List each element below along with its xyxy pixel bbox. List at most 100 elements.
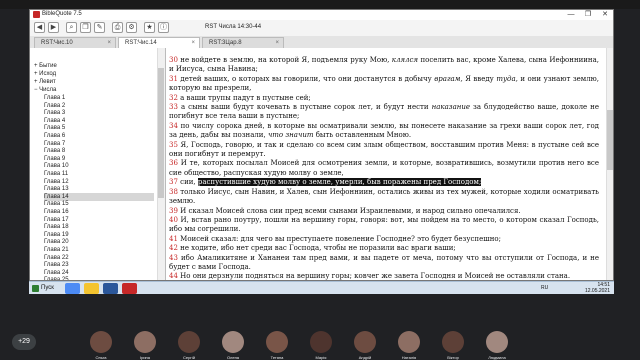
verse-number[interactable]: 44 bbox=[169, 272, 178, 280]
verse: 44 Но они дерзнули подняться на вершину … bbox=[169, 272, 599, 281]
sidebar-scroll-thumb[interactable] bbox=[158, 68, 164, 198]
participant-name: Людмила bbox=[488, 355, 506, 360]
chrome-icon[interactable] bbox=[65, 283, 80, 294]
verse: 39 И сказал Моисей слова сии пред всеми … bbox=[169, 207, 599, 216]
selected-text: распустившие худую молву о земле, умерли… bbox=[197, 178, 482, 187]
tab-label: RST:3Цар.8 bbox=[209, 40, 242, 46]
bookmark-icon[interactable]: ★ bbox=[144, 22, 155, 33]
participant-name: Ольга bbox=[95, 355, 107, 360]
back-icon[interactable]: ◀ bbox=[34, 22, 45, 33]
verse-number[interactable]: 32 bbox=[169, 94, 178, 102]
start-button[interactable]: Пуск bbox=[32, 283, 54, 293]
print-icon[interactable]: ⎙ bbox=[112, 22, 123, 33]
reference-label: RST Числа 14:30-44 bbox=[205, 24, 262, 30]
explorer-icon[interactable] bbox=[84, 283, 99, 294]
verse-text: врагам, bbox=[434, 74, 463, 83]
verse: 37 сии, распустившие худую молву о земле… bbox=[169, 178, 599, 187]
close-tab-icon[interactable]: × bbox=[275, 38, 279, 48]
more-participants-button[interactable]: +29 bbox=[12, 334, 36, 350]
participant-avatar[interactable] bbox=[266, 331, 288, 353]
search-icon[interactable]: ⌕ bbox=[66, 22, 77, 33]
verse-number[interactable]: 37 bbox=[169, 178, 178, 186]
verse-number[interactable]: 41 bbox=[169, 235, 178, 243]
title-bar: BibleQuote 7.5 — ❐ ✕ bbox=[30, 10, 613, 20]
verse-text: не войдете в землю, на которой Я, подъем… bbox=[177, 56, 392, 64]
tree-label: Левит bbox=[39, 79, 56, 85]
tab-num-14[interactable]: RST:Чис.14 × bbox=[118, 37, 200, 48]
verse-text: наказание bbox=[431, 103, 470, 112]
tab-label: RST:Чис.14 bbox=[125, 40, 157, 46]
participant-name: Наталія bbox=[401, 355, 417, 360]
participant-avatar[interactable] bbox=[486, 331, 508, 353]
participant-name: Віктор bbox=[447, 355, 459, 360]
close-tab-icon[interactable]: × bbox=[107, 38, 111, 48]
verse-number[interactable]: 31 bbox=[169, 75, 178, 83]
verse-text: Моисей сказал: для чего вы преступаете п… bbox=[177, 234, 501, 243]
copy-icon[interactable]: ❐ bbox=[80, 22, 91, 33]
info-icon[interactable]: ⓘ bbox=[158, 22, 169, 33]
verse-number[interactable]: 35 bbox=[169, 141, 178, 149]
verse-number[interactable]: 30 bbox=[169, 56, 178, 64]
verse-list: 30 не войдете в землю, на которой Я, под… bbox=[169, 56, 599, 281]
biblequote-taskbar-icon[interactable] bbox=[122, 283, 137, 294]
verse-number[interactable]: 33 bbox=[169, 103, 178, 111]
language-indicator[interactable]: RU bbox=[541, 285, 548, 291]
tab-3kings-8[interactable]: RST:3Цар.8 × bbox=[202, 37, 284, 48]
participant-avatar[interactable] bbox=[222, 331, 244, 353]
participant-name: Олена bbox=[226, 355, 240, 360]
verse: 41 Моисей сказал: для чего вы преступает… bbox=[169, 235, 599, 244]
settings-icon[interactable]: ⚙ bbox=[126, 22, 137, 33]
verse-number[interactable]: 39 bbox=[169, 207, 178, 215]
verse-text: а сыны ваши будут кочевать в пустыне сор… bbox=[177, 103, 432, 112]
participant-avatar[interactable] bbox=[134, 331, 156, 353]
app-logo-icon bbox=[33, 11, 40, 18]
close-button[interactable]: ✕ bbox=[597, 10, 613, 20]
maximize-button[interactable]: ❐ bbox=[580, 10, 596, 20]
verse: 43 ибо Амаликитяне и Хананеи там пред ва… bbox=[169, 254, 599, 273]
tab-num-10[interactable]: RST:Чис.10 × bbox=[34, 37, 116, 48]
verse-number[interactable]: 38 bbox=[169, 188, 178, 196]
participant-avatar[interactable] bbox=[310, 331, 332, 353]
verse-text: только Иисус, сын Навин, и Халев, сын Ие… bbox=[169, 187, 599, 206]
verse-number[interactable]: 40 bbox=[169, 216, 178, 224]
participant-name: Марія bbox=[315, 355, 327, 360]
participant-avatar[interactable] bbox=[442, 331, 464, 353]
participant-avatar[interactable] bbox=[90, 331, 112, 353]
tree-book-numbers[interactable]: − Числа bbox=[34, 86, 56, 94]
tree-book-exodus[interactable]: + Исход bbox=[34, 70, 56, 78]
participant-avatar[interactable] bbox=[178, 331, 200, 353]
tree-book-genesis[interactable]: + Бытие bbox=[34, 62, 57, 70]
close-tab-icon[interactable]: × bbox=[191, 38, 195, 48]
memo-icon[interactable]: ✎ bbox=[94, 22, 105, 33]
toolbar: ◀ ▶ ⌕ ❐ ✎ ⎙ ⚙ ★ ⓘ RST Числа 14:30-44 bbox=[30, 20, 613, 37]
minimize-button[interactable]: — bbox=[563, 10, 579, 20]
verse: 38 только Иисус, сын Навин, и Халев, сын… bbox=[169, 188, 599, 207]
verse-text: И те, которых посылал Моисей для осмотре… bbox=[169, 159, 599, 177]
verse-text: а ваши трупы падут в пустыне сей; bbox=[177, 93, 311, 102]
participant-avatar[interactable] bbox=[398, 331, 420, 353]
word-icon[interactable] bbox=[103, 283, 118, 294]
windows-taskbar: Пуск RU 14:51 12.05.2021 bbox=[29, 281, 614, 294]
verse: 40 И, встав рано поутру, пошли на вершин… bbox=[169, 216, 599, 235]
verse-text: детей ваших, о которых вы говорили, что … bbox=[177, 74, 435, 83]
clock[interactable]: 14:51 12.05.2021 bbox=[585, 282, 610, 294]
content-scroll-thumb[interactable] bbox=[607, 110, 613, 170]
verse: 33 а сыны ваши будут кочевать в пустыне … bbox=[169, 103, 599, 122]
forward-icon[interactable]: ▶ bbox=[48, 22, 59, 33]
verse: 31 детей ваших, о которых вы говорили, ч… bbox=[169, 75, 599, 94]
window-title: BibleQuote 7.5 bbox=[42, 11, 82, 17]
verse-number[interactable]: 43 bbox=[169, 254, 178, 262]
verse-text: Но они дерзнули подняться на вершину гор… bbox=[177, 272, 571, 281]
verse-text: туда, bbox=[496, 74, 518, 83]
verse-text: Я введу bbox=[462, 74, 497, 83]
verse-number[interactable]: 34 bbox=[169, 122, 178, 130]
verse-text: И, встав рано поутру, пошли на вершину г… bbox=[169, 215, 599, 234]
tree-book-leviticus[interactable]: + Левит bbox=[34, 78, 56, 86]
tab-label: RST:Чис.10 bbox=[41, 40, 73, 46]
verse-number[interactable]: 36 bbox=[169, 159, 178, 167]
participant-avatar[interactable] bbox=[354, 331, 376, 353]
verse: 34 по числу сорока дней, в которые вы ос… bbox=[169, 122, 599, 141]
verse-text: клялся bbox=[391, 56, 419, 64]
verse-number[interactable]: 42 bbox=[169, 244, 178, 252]
tree-label: Исход bbox=[39, 71, 57, 77]
